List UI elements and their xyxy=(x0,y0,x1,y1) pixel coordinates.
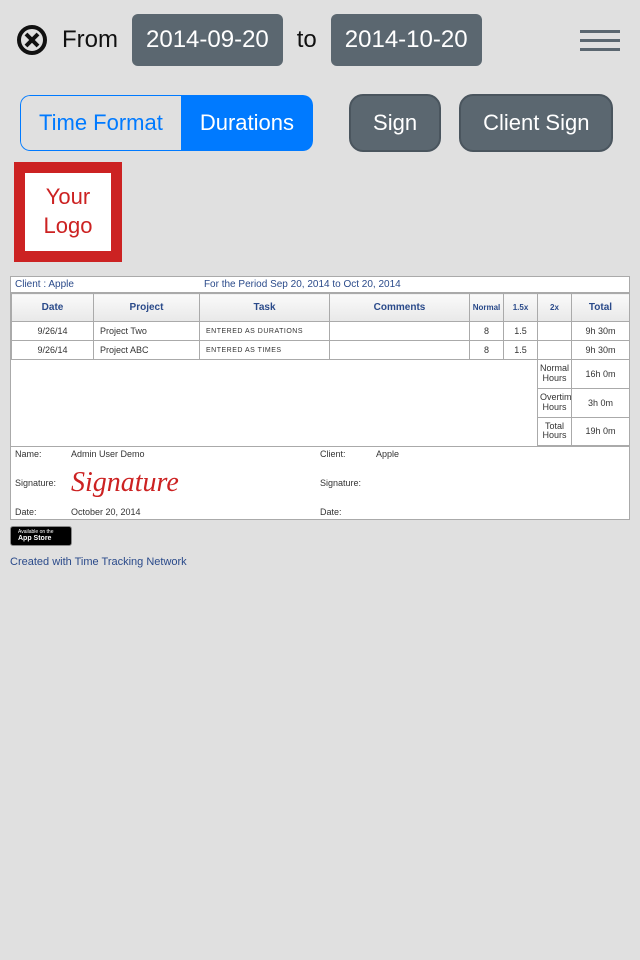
appstore-text: Available on the App Store xyxy=(18,530,54,542)
sig-client-k: Client: xyxy=(320,449,376,459)
th-project: Project xyxy=(94,294,200,322)
signature-image: Signature xyxy=(71,463,320,503)
cell-date: 9/26/14 xyxy=(12,322,94,341)
footer-label: Total Hours xyxy=(538,417,572,446)
cell-normal: 8 xyxy=(470,322,504,341)
cell-total: 9h 30m xyxy=(572,341,630,360)
cell-15x: 1.5 xyxy=(504,341,538,360)
th-2x: 2x xyxy=(538,294,572,322)
sig-date2-k: Date: xyxy=(320,507,376,517)
th-comments: Comments xyxy=(330,294,470,322)
footer-row: Normal Hours 16h 0m xyxy=(12,360,630,389)
sig-client-v: Apple xyxy=(376,449,625,459)
report-period: For the Period Sep 20, 2014 to Oct 20, 2… xyxy=(204,279,401,290)
close-icon[interactable] xyxy=(16,24,48,56)
time-format-segment: Time Format Durations xyxy=(20,95,313,151)
segment-time-format[interactable]: Time Format xyxy=(20,95,181,151)
footer-label: Normal Hours xyxy=(538,360,572,389)
cell-normal: 8 xyxy=(470,341,504,360)
sig-signature-k: Signature: xyxy=(15,478,71,488)
sig-name-k: Name: xyxy=(15,449,71,459)
th-date: Date xyxy=(12,294,94,322)
date-to[interactable]: 2014-10-20 xyxy=(331,14,482,66)
appstore-line2: App Store xyxy=(18,535,54,542)
footer-value: 3h 0m xyxy=(572,388,630,417)
credit-text: Created with Time Tracking Network xyxy=(10,556,640,568)
footer-label: Overtime Hours xyxy=(538,388,572,417)
cell-project: Project ABC xyxy=(94,341,200,360)
footer-value: 16h 0m xyxy=(572,360,630,389)
toolbar: Time Format Durations Sign Client Sign xyxy=(0,80,640,152)
cell-total: 9h 30m xyxy=(572,322,630,341)
cell-project: Project Two xyxy=(94,322,200,341)
logo-text: Your Logo xyxy=(25,173,111,251)
sign-button[interactable]: Sign xyxy=(349,94,441,152)
table-row: 9/26/14 Project ABC ENTERED AS TIMES 8 1… xyxy=(12,341,630,360)
report-preview: Client : Apple For the Period Sep 20, 20… xyxy=(10,276,630,520)
table-row: 9/26/14 Project Two ENTERED AS DURATIONS… xyxy=(12,322,630,341)
sig-signature2-k: Signature: xyxy=(320,478,376,488)
report-table: Date Project Task Comments Normal 1.5x 2… xyxy=(11,293,630,446)
to-label: to xyxy=(297,26,317,54)
sig-date-v: October 20, 2014 xyxy=(71,507,320,517)
th-task: Task xyxy=(200,294,330,322)
report-client: Client : Apple xyxy=(15,279,74,290)
sig-name-v: Admin User Demo xyxy=(71,449,320,459)
cell-15x: 1.5 xyxy=(504,322,538,341)
cell-task: ENTERED AS DURATIONS xyxy=(200,322,330,341)
menu-icon[interactable] xyxy=(576,26,624,55)
logo-placeholder: Your Logo xyxy=(14,162,122,262)
appstore-badge[interactable]: Available on the App Store xyxy=(10,526,72,546)
from-label: From xyxy=(62,26,118,54)
cell-2x xyxy=(538,341,572,360)
cell-comments xyxy=(330,322,470,341)
top-bar: From 2014-09-20 to 2014-10-20 xyxy=(0,0,640,80)
th-15x: 1.5x xyxy=(504,294,538,322)
cell-2x xyxy=(538,322,572,341)
client-sign-button[interactable]: Client Sign xyxy=(459,94,613,152)
segment-durations[interactable]: Durations xyxy=(181,95,313,151)
cell-comments xyxy=(330,341,470,360)
th-total: Total xyxy=(572,294,630,322)
cell-date: 9/26/14 xyxy=(12,341,94,360)
date-from[interactable]: 2014-09-20 xyxy=(132,14,283,66)
sig-date-k: Date: xyxy=(15,507,71,517)
footer-value: 19h 0m xyxy=(572,417,630,446)
cell-task: ENTERED AS TIMES xyxy=(200,341,330,360)
th-normal: Normal xyxy=(470,294,504,322)
